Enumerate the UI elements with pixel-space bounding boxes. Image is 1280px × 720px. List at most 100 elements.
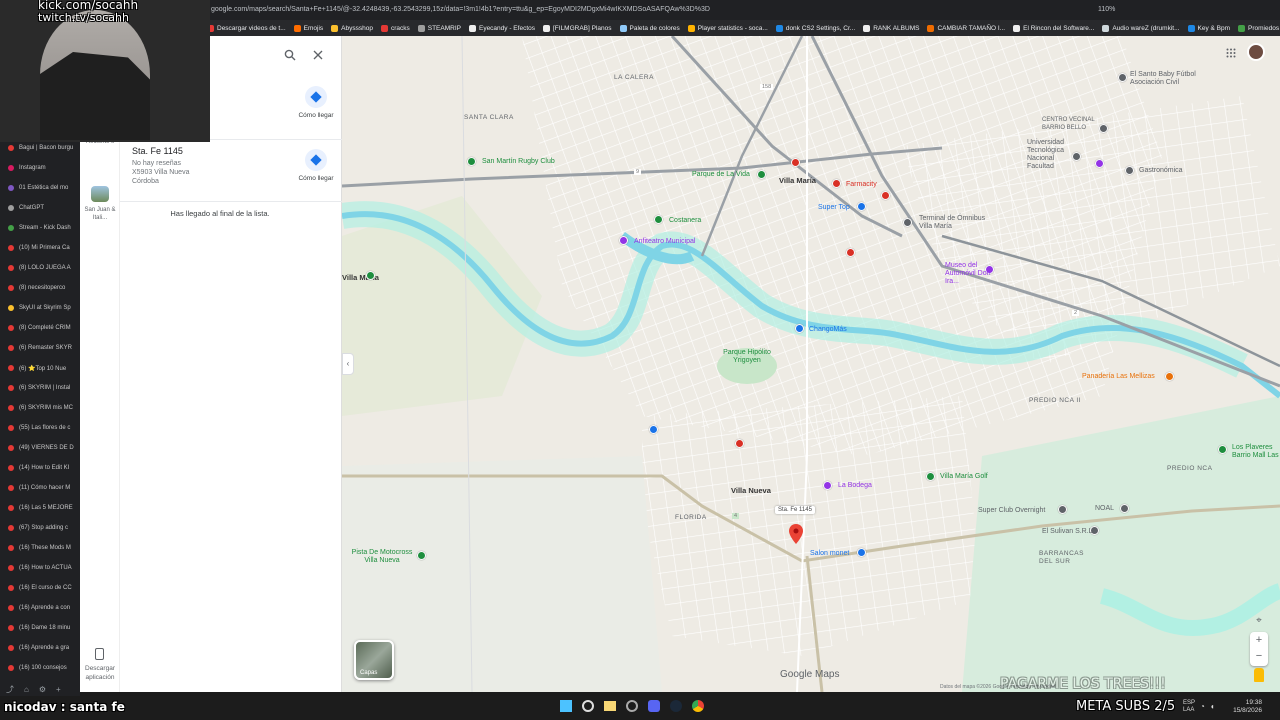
search-icon[interactable] <box>284 49 296 61</box>
browser-tab[interactable]: (16) Aprende a con <box>0 598 80 618</box>
hospital-pin[interactable] <box>735 439 744 448</box>
label-costanera[interactable]: Costanera <box>669 217 701 224</box>
add-tab-icon[interactable]: + <box>56 685 61 694</box>
recent-place-label[interactable]: San Juan & Itali... <box>80 206 120 222</box>
browser-tab[interactable]: (16) Dame 18 minu <box>0 618 80 638</box>
browser-tab[interactable]: Instagram <box>0 158 80 178</box>
bookmark-item[interactable]: Player statistics - soca... <box>687 24 768 32</box>
park-pin[interactable] <box>366 271 375 280</box>
label-pista[interactable]: Pista De Motocross Villa Nueva <box>346 549 418 565</box>
chrome-icon[interactable] <box>692 700 704 712</box>
pharmacy-pin[interactable] <box>832 179 841 188</box>
browser-tab[interactable]: (6) ⭐Top 10 Nue <box>0 358 80 378</box>
label-san-martin-rugby[interactable]: San Martín Rugby Club <box>482 158 555 165</box>
park-pin[interactable] <box>467 157 476 166</box>
close-icon[interactable] <box>313 50 323 60</box>
label-el-sulivan[interactable]: El Sulivan S.R.L <box>1042 528 1093 535</box>
browser-tab[interactable]: (67) Stop adding c <box>0 518 80 538</box>
browser-tab[interactable]: (10) Mi Primera Ca <box>0 238 80 258</box>
label-super-club[interactable]: Super Club Overnight <box>978 507 1045 514</box>
search-box[interactable] <box>200 46 330 64</box>
map-canvas[interactable]: LA CALERA SANTA CLARA Villa María Villa … <box>342 36 1280 692</box>
browser-tab[interactable]: (16) How to ACTUA <box>0 558 80 578</box>
search-taskbar-icon[interactable] <box>582 700 594 712</box>
label-villa-nueva[interactable]: Villa Nueva <box>731 486 771 495</box>
result-title[interactable]: Sta. Fe 1145 <box>132 146 282 156</box>
location-pin-icon[interactable] <box>789 524 803 544</box>
clock[interactable]: 19:38 15/8/2026 <box>1228 699 1262 715</box>
bus-pin[interactable] <box>903 218 912 227</box>
discord-icon[interactable] <box>648 700 660 712</box>
label-gastronomica[interactable]: Gastronómica <box>1139 167 1183 174</box>
windows-start-icon[interactable] <box>560 700 572 712</box>
layers-button[interactable]: Capas <box>354 640 394 680</box>
park-pin[interactable] <box>417 551 426 560</box>
zoom-indicator[interactable]: 110% <box>1098 3 1115 17</box>
zoom-in-button[interactable]: + <box>1250 632 1268 649</box>
my-location-icon[interactable]: ⌖ <box>1252 614 1266 628</box>
park-pin[interactable] <box>757 170 766 179</box>
browser-tab[interactable]: (16) Aprende a gra <box>0 638 80 658</box>
place-pin[interactable] <box>846 248 855 257</box>
tab-group-icon[interactable]: ⌂ <box>24 685 29 694</box>
browser-tab[interactable]: (16) Las 5 MEJORE <box>0 498 80 518</box>
bookmark-item[interactable]: cracks <box>380 24 410 32</box>
label-museo[interactable]: Museo del Automóvil Don Ira... <box>945 262 995 286</box>
place-pin[interactable] <box>1120 504 1129 513</box>
bakery-pin[interactable] <box>1165 372 1174 381</box>
browser-tab[interactable]: SkyUI at Skyrim Sp <box>0 298 80 318</box>
label-noal[interactable]: NOAL <box>1095 505 1114 512</box>
browser-tab[interactable]: (8) LOLO JUEGA A <box>0 258 80 278</box>
bookmark-item[interactable]: RANK ALBUMS <box>863 24 919 32</box>
bookmark-item[interactable]: Audio wareZ (drumkit... <box>1102 24 1180 32</box>
steam-icon[interactable] <box>670 700 682 712</box>
place-pin[interactable] <box>881 191 890 200</box>
directions-button-2[interactable]: Cómo llegar <box>290 149 342 182</box>
bookmark-item[interactable]: [FILMGRAB] Planos <box>542 24 612 32</box>
collapse-panel-button[interactable]: ‹ <box>342 353 354 375</box>
bookmark-item[interactable]: Promiedos <box>1238 24 1279 32</box>
browser-tab[interactable]: (49) VIERNES DE D <box>0 438 80 458</box>
browser-tab[interactable]: Stream - Kick Dash <box>0 218 80 238</box>
bookmark-item[interactable]: Descargar videos de t... <box>207 24 286 32</box>
browser-tab[interactable]: (14) How to Edit KI <box>0 458 80 478</box>
label-parque-vida[interactable]: Parque de La Vida <box>692 171 750 178</box>
label-villa-maria[interactable]: Villa María <box>779 176 816 185</box>
club-pin[interactable] <box>1118 73 1127 82</box>
community-pin[interactable] <box>1099 124 1108 133</box>
bookmark-item[interactable]: Key & Bpm <box>1187 24 1230 32</box>
label-universidad[interactable]: Universidad Tecnológica Nacional Faculta… <box>1027 139 1077 171</box>
browser-tab[interactable]: (16) 100 consejos <box>0 658 80 678</box>
shop-pin[interactable] <box>795 324 804 333</box>
label-salon-monet[interactable]: Salon monet <box>810 550 849 557</box>
label-villa-maria-golf[interactable]: Villa María Golf <box>940 473 988 480</box>
browser-tab[interactable]: (6) SKYRIM mis MC <box>0 398 80 418</box>
browser-tab[interactable]: (8) Completé CRIM <box>0 318 80 338</box>
browser-tab[interactable]: (16) These Mods M <box>0 538 80 558</box>
venue-pin[interactable] <box>857 548 866 557</box>
venue-pin[interactable] <box>1095 159 1104 168</box>
label-santo-baby[interactable]: El Santo Baby Fútbol Asociación Civil <box>1130 71 1200 87</box>
label-parque-hipolito[interactable]: Parque Hipólito Yrigoyen <box>722 349 772 365</box>
place-pin[interactable] <box>1058 505 1067 514</box>
pegman-icon[interactable] <box>1254 668 1264 682</box>
apps-grid-icon[interactable] <box>1226 44 1248 62</box>
browser-tab[interactable]: (8) necesitoperco <box>0 278 80 298</box>
settings-icon[interactable]: ⚙ <box>39 685 46 694</box>
label-la-bodega[interactable]: La Bodega <box>838 482 872 489</box>
browser-tab[interactable]: (16) El curso de CC <box>0 578 80 598</box>
label-super-top[interactable]: Super Top <box>818 204 850 211</box>
explorer-icon[interactable] <box>604 701 616 711</box>
browser-tab[interactable]: 01 Estética del mo <box>0 178 80 198</box>
browser-tab[interactable]: ChatGPT <box>0 198 80 218</box>
label-farmacity[interactable]: Farmacity <box>846 181 877 188</box>
bookmark-item[interactable]: STEAMRIP <box>417 24 461 32</box>
label-sta-fe-pin[interactable]: Sta. Fe 1145 <box>775 506 815 514</box>
bookmark-item[interactable]: Abyssshop <box>331 24 373 32</box>
result-card[interactable]: Sta. Fe 1145 No hay reseñas X5903 Villa … <box>132 146 282 185</box>
label-centro-vecinal[interactable]: CENTRO VECINAL BARRIO BELLO <box>1042 116 1097 132</box>
bookmark-item[interactable]: donk CS2 Settings, Cr... <box>775 24 855 32</box>
venue-pin[interactable] <box>619 236 628 245</box>
directions-button-1[interactable]: Cómo llegar <box>290 86 342 119</box>
shop-pin[interactable] <box>649 425 658 434</box>
